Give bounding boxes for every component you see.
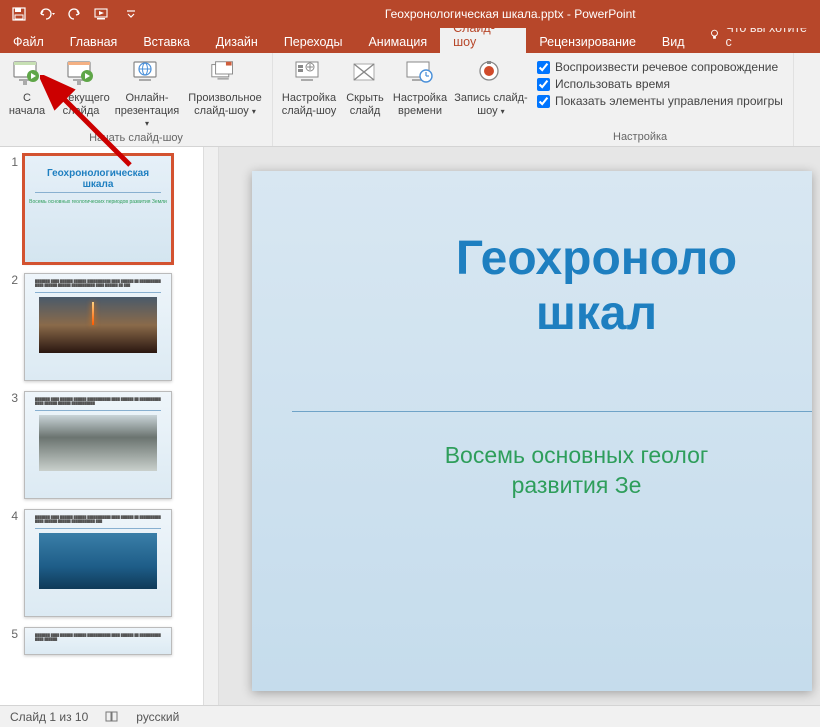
chk-use-timings[interactable]: Использовать время	[537, 77, 783, 91]
thumbnail-4[interactable]: 4 ███████ ████ ██████ ██████ ███████████…	[0, 501, 203, 619]
tab-view[interactable]: Вид	[649, 31, 698, 53]
chk-show-media-controls[interactable]: Показать элементы управления проигры	[537, 94, 783, 108]
ribbon: Сначала С текущегослайда Онлайн-презента…	[0, 53, 820, 147]
slide-counter[interactable]: Слайд 1 из 10	[10, 710, 88, 724]
tab-transitions[interactable]: Переходы	[271, 31, 356, 53]
qat-customize-button[interactable]	[118, 2, 144, 26]
hide-slide-icon	[349, 58, 381, 90]
thumbnail-number: 3	[8, 391, 18, 499]
undo-button[interactable]	[34, 2, 60, 26]
title-bar: Геохронологическая шкала.pptx - PowerPoi…	[0, 0, 820, 28]
tab-home[interactable]: Главная	[57, 31, 131, 53]
thumbnail-5[interactable]: 5 ███████ ████ ██████ ██████ ███████████…	[0, 619, 203, 657]
custom-slideshow-button[interactable]: Произвольноеслайд-шоу ▾	[182, 56, 268, 119]
lightbulb-icon	[708, 28, 721, 42]
thumbnail-image	[39, 297, 157, 353]
thumbnail-number: 2	[8, 273, 18, 381]
ribbon-tabs: Файл Главная Вставка Дизайн Переходы Ани…	[0, 28, 820, 53]
thumbnail-3[interactable]: 3 ███████ ████ ██████ ██████ ███████████…	[0, 383, 203, 501]
rehearse-timings-button[interactable]: Настройкавремени	[389, 56, 451, 119]
spellcheck-button[interactable]	[104, 710, 120, 724]
thumbnail-number: 4	[8, 509, 18, 617]
thumbnail-image	[39, 415, 157, 471]
present-online-button[interactable]: Онлайн-презентация ▾	[112, 56, 182, 132]
slide-thumbnail-pane[interactable]: 1 Геохронологическая шкала Восемь основн…	[0, 147, 203, 705]
online-presentation-icon	[131, 58, 163, 90]
thumbnail-title: Геохронологическая шкала	[35, 156, 161, 193]
language-indicator[interactable]: русский	[136, 710, 179, 724]
tab-file[interactable]: Файл	[0, 31, 57, 53]
main-slide[interactable]: Геохронолошкал Восемь основных геолограз…	[252, 171, 812, 691]
status-bar: Слайд 1 из 10 русский	[0, 705, 820, 727]
record-slideshow-button[interactable]: Запись слайд-шоу ▾	[451, 56, 531, 119]
slide-subtitle[interactable]: Восемь основных геологразвития Зе	[302, 341, 812, 501]
ribbon-group-setup: Настройкаслайд-шоу Скрытьслайд Настройка…	[273, 53, 794, 146]
thumbnail-number: 5	[8, 627, 18, 655]
playback-options: Воспроизвести речевое сопровождение Испо…	[531, 56, 789, 108]
thumbnails-scrollbar[interactable]	[203, 147, 219, 705]
tab-design[interactable]: Дизайн	[203, 31, 271, 53]
from-current-slide-button[interactable]: С текущегослайда	[50, 56, 112, 119]
tab-review[interactable]: Рецензирование	[526, 31, 649, 53]
thumbnail-number: 1	[8, 155, 18, 263]
setup-slideshow-button[interactable]: Настройкаслайд-шоу	[277, 56, 341, 119]
hide-slide-button[interactable]: Скрытьслайд	[341, 56, 389, 119]
window-title: Геохронологическая шкала.pptx - PowerPoi…	[385, 7, 636, 21]
thumbnail-subtitle: Восемь основных геологических периодов р…	[25, 193, 171, 205]
slide-title[interactable]: Геохронолошкал	[302, 231, 812, 341]
redo-button[interactable]	[62, 2, 88, 26]
ribbon-group-label: Настройка	[273, 131, 793, 146]
thumbnail-1[interactable]: 1 Геохронологическая шкала Восемь основн…	[0, 147, 203, 265]
slide-editor-area[interactable]: Геохронолошкал Восемь основных геолограз…	[219, 147, 820, 705]
setup-icon	[293, 58, 325, 90]
presentation-current-icon	[65, 58, 97, 90]
tab-animations[interactable]: Анимация	[355, 31, 440, 53]
presentation-play-icon	[11, 58, 43, 90]
custom-show-icon	[209, 58, 241, 90]
ribbon-group-start-slideshow: Сначала С текущегослайда Онлайн-презента…	[0, 53, 273, 146]
thumbnail-2[interactable]: 2 ███████ ████ ██████ ██████ ███████████…	[0, 265, 203, 383]
thumbnail-image	[39, 533, 157, 589]
start-from-beginning-qat-button[interactable]	[90, 2, 116, 26]
rehearse-icon	[404, 58, 436, 90]
save-button[interactable]	[6, 2, 32, 26]
quick-access-toolbar	[0, 2, 150, 26]
from-beginning-button[interactable]: Сначала	[4, 56, 50, 119]
tab-insert[interactable]: Вставка	[130, 31, 202, 53]
workspace: 1 Геохронологическая шкала Восемь основн…	[0, 147, 820, 705]
chk-play-narrations[interactable]: Воспроизвести речевое сопровождение	[537, 60, 783, 74]
ribbon-group-label: Начать слайд-шоу	[0, 132, 272, 147]
record-icon	[475, 58, 507, 90]
book-icon	[104, 710, 120, 724]
